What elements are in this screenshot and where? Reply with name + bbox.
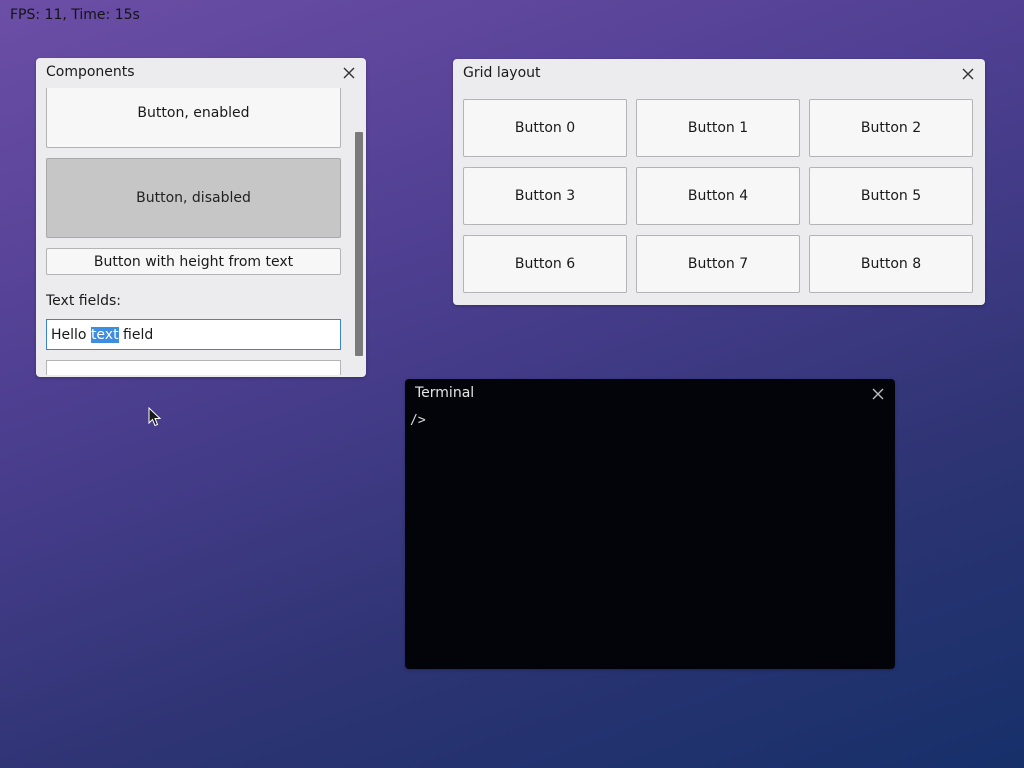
components-window-title: Components [46,64,135,80]
mouse-pointer-icon [148,407,162,427]
grid-button-4[interactable]: Button 4 [636,167,800,225]
components-scrollbar[interactable] [355,88,363,375]
button-height-from-text[interactable]: Button with height from text [46,248,341,275]
grid-button-0[interactable]: Button 0 [463,99,627,157]
grid-button-2[interactable]: Button 2 [809,99,973,157]
grid-window-title: Grid layout [463,65,541,81]
text-fields-label: Text fields: [46,293,121,309]
grid-layout-window: Grid layout Button 0 Button 1 Button 2 B… [453,59,985,305]
button-disabled: Button, disabled [46,158,341,238]
terminal-prompt: /> [410,413,426,428]
text-field-selection: text [90,326,119,343]
button-enabled[interactable]: Button, enabled [46,88,341,148]
components-window: Components Button, enabled Button, disab… [36,58,366,377]
grid-button-1[interactable]: Button 1 [636,99,800,157]
components-titlebar[interactable]: Components [36,58,366,88]
close-icon[interactable] [871,387,885,401]
terminal-window[interactable]: Terminal /> [405,379,895,669]
text-field-text-after: field [118,326,154,343]
grid-titlebar[interactable]: Grid layout [453,59,985,89]
grid-button-8[interactable]: Button 8 [809,235,973,293]
fps-counter: FPS: 11, Time: 15s [10,7,140,23]
grid-button-6[interactable]: Button 6 [463,235,627,293]
grid-button-5[interactable]: Button 5 [809,167,973,225]
components-scroll-area[interactable]: Button, enabled Button, disabled Button … [46,88,341,375]
grid-button-7[interactable]: Button 7 [636,235,800,293]
text-field-empty[interactable] [46,360,341,375]
text-field-focused[interactable]: Hello text field [46,319,341,350]
terminal-window-title: Terminal [415,385,475,401]
grid-button-3[interactable]: Button 3 [463,167,627,225]
terminal-titlebar[interactable]: Terminal [405,379,895,409]
close-icon[interactable] [961,67,975,81]
scrollbar-thumb[interactable] [355,132,363,356]
text-field-text-before: Hello [51,326,91,343]
close-icon[interactable] [342,66,356,80]
